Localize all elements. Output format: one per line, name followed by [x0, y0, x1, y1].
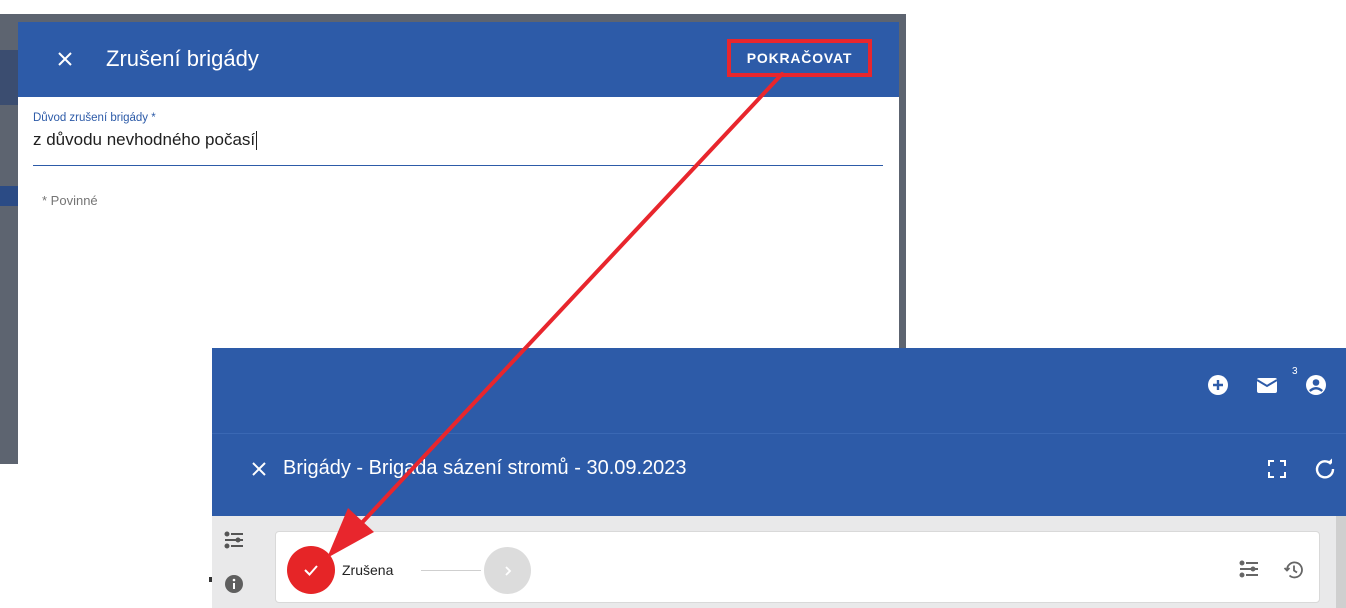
- reason-field-label: Důvod zrušení brigády *: [33, 112, 156, 124]
- check-icon: [304, 565, 318, 576]
- account-icon[interactable]: [1305, 374, 1327, 396]
- filter-list-icon[interactable]: [1237, 558, 1261, 582]
- step-cancelled[interactable]: [287, 546, 335, 594]
- required-note: * Povinné: [42, 193, 98, 208]
- scrollbar[interactable]: [1336, 516, 1346, 608]
- text-caret: [256, 130, 258, 150]
- history-icon[interactable]: [1282, 558, 1306, 582]
- info-icon[interactable]: [222, 572, 246, 596]
- dialog-header: Zrušení brigády POKRAČOVAT: [18, 22, 899, 97]
- step-connector: [421, 570, 481, 571]
- mail-icon[interactable]: [1256, 374, 1278, 396]
- reason-input[interactable]: z důvodu nevhodného počasí: [33, 130, 258, 150]
- reason-input-value: z důvodu nevhodného počasí: [33, 130, 256, 149]
- fullscreen-icon[interactable]: [1266, 458, 1288, 480]
- step-label: Zrušena: [342, 562, 394, 578]
- close-icon[interactable]: [52, 46, 78, 72]
- panel-title: Brigády - Brigada sázení stromů - 30.09.…: [283, 457, 687, 479]
- background-overlay-edge: [899, 22, 906, 347]
- mail-badge: 3: [1292, 366, 1298, 377]
- status-stepper-card: [275, 531, 1320, 603]
- step-next[interactable]: [484, 547, 531, 594]
- chevron-right-icon: [504, 565, 511, 576]
- reason-input-underline: [33, 165, 883, 166]
- close-icon[interactable]: [246, 456, 272, 482]
- panel-divider: [212, 433, 1346, 434]
- continue-button[interactable]: POKRAČOVAT: [727, 39, 872, 77]
- rail-marker: [209, 577, 212, 582]
- dialog-title: Zrušení brigády: [106, 46, 259, 71]
- filter-list-icon[interactable]: [222, 529, 246, 553]
- refresh-icon[interactable]: [1314, 458, 1336, 480]
- add-circle-icon[interactable]: [1207, 374, 1229, 396]
